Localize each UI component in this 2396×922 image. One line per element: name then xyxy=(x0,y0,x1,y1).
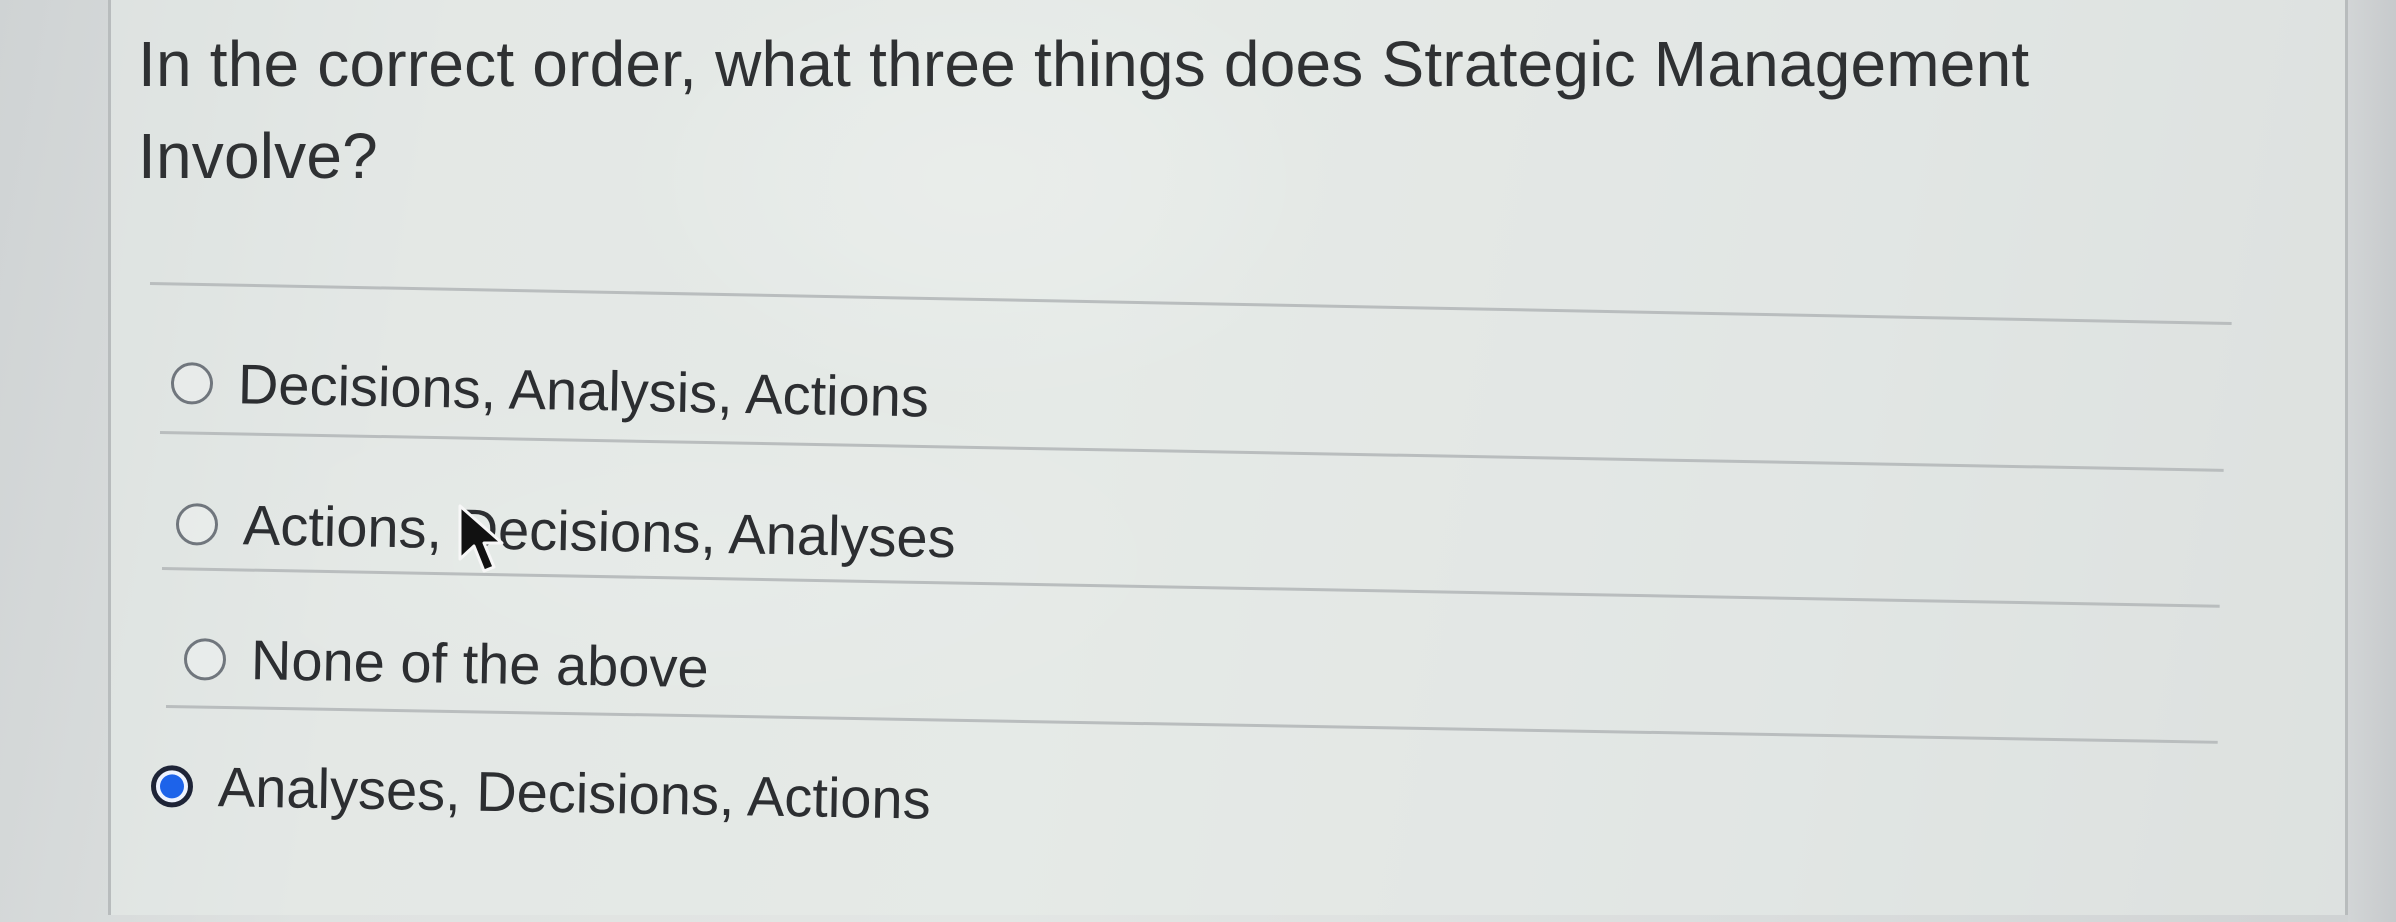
answer-list: Decisions, Analysis, Actions Actions, De… xyxy=(0,0,2396,922)
answer-label: Decisions, Analysis, Actions xyxy=(237,352,930,429)
selected-radio-dot xyxy=(159,774,185,799)
answer-option-none-of-the-above[interactable]: None of the above xyxy=(183,604,1985,745)
radio-unselected-icon[interactable] xyxy=(175,503,219,546)
top-divider xyxy=(149,282,2232,325)
answer-label: None of the above xyxy=(250,628,710,700)
answer-option-decisions-analysis-actions[interactable]: Decisions, Analysis, Actions xyxy=(170,328,1972,473)
radio-unselected-icon[interactable] xyxy=(170,362,214,405)
radio-selected-icon[interactable] xyxy=(150,765,194,808)
answer-label: Analyses, Decisions, Actions xyxy=(217,755,932,831)
radio-unselected-icon[interactable] xyxy=(183,638,227,681)
answer-option-analyses-decisions-actions[interactable]: Analyses, Decisions, Actions xyxy=(150,731,1952,872)
answer-option-actions-decisions-analyses[interactable]: Actions, Decisions, Analyses xyxy=(175,469,1977,612)
answer-label: Actions, Decisions, Analyses xyxy=(242,493,957,570)
